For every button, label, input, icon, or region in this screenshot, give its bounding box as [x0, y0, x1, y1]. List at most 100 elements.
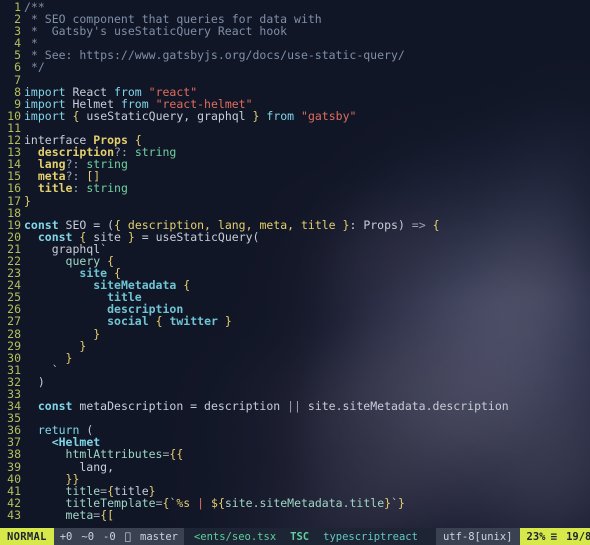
- git-status-segment[interactable]: +0 ~0 -0  master: [53, 528, 184, 545]
- code-line[interactable]: 5 * See: https://www.gatsbyjs.org/docs/u…: [0, 49, 590, 61]
- language-label: typescriptreact: [316, 530, 418, 543]
- code-token: ${: [211, 495, 225, 510]
- git-added-count: +0: [59, 530, 73, 543]
- code-token: }: [224, 314, 232, 329]
- code-token: {[: [100, 507, 115, 522]
- git-modified-count: ~0: [81, 530, 95, 543]
- scroll-percent: 23%: [520, 530, 546, 543]
- status-bar: NORMAL +0 ~0 -0  master <ents/seo.tsx T…: [0, 528, 590, 545]
- code-token: site.siteMetadata.title: [224, 495, 385, 510]
- line-number: 27: [7, 314, 21, 329]
- code-token: string: [134, 145, 177, 160]
- code-token: from: [266, 108, 295, 123]
- code-token: `: [51, 362, 59, 377]
- code-token: import: [24, 108, 66, 123]
- position-segment: 23% ≡ 19/81 ln : 1: [519, 528, 590, 545]
- file-path-label: <ents/seo.tsx: [187, 530, 276, 543]
- encoding-label: utf-8[unix]: [435, 528, 520, 545]
- git-branch-name: master: [133, 530, 178, 543]
- code-token: {: [155, 314, 163, 329]
- editor-window: 1/** 2 * SEO component that queries for d…: [0, 0, 590, 545]
- code-token: {: [183, 278, 191, 293]
- code-line[interactable]: 39 lang,: [0, 459, 590, 474]
- code-line[interactable]: 29 }: [0, 340, 590, 352]
- code-token: = useStaticQuery(: [134, 229, 260, 244]
- code-token: }: [93, 326, 101, 341]
- code-token: string: [86, 181, 128, 196]
- code-token: %s: [176, 495, 191, 510]
- code-token: }: [65, 350, 73, 365]
- code-token: * Gatsby's useStaticQuery React hook: [24, 24, 288, 39]
- line-count: 19/81: [559, 530, 590, 543]
- code-text: * See: https://www.gatsbyjs.org/docs/use…: [24, 49, 405, 61]
- code-token: title: [37, 181, 73, 196]
- code-token: |: [190, 495, 212, 510]
- code-token: * See: https://www.gatsbyjs.org/docs/use…: [24, 48, 405, 63]
- code-buffer[interactable]: 1/** 2 * SEO component that queries for d…: [0, 0, 590, 528]
- code-text: ): [24, 376, 45, 388]
- line-number: 19: [7, 217, 21, 232]
- code-token: site.siteMetadata.description: [300, 399, 509, 414]
- code-line[interactable]: 6 */: [0, 61, 590, 73]
- code-token: `: [391, 495, 398, 510]
- line-number: 43: [7, 507, 21, 522]
- code-token: useStaticQuery, graphql: [79, 108, 253, 123]
- code-line[interactable]: 43 meta={[: [0, 509, 590, 521]
- code-text: * Gatsby's useStaticQuery React hook: [24, 25, 287, 37]
- code-token: }: [398, 495, 405, 510]
- code-token: metaDescription = description: [72, 399, 288, 414]
- code-text: }: [24, 193, 31, 208]
- code-text: import { useStaticQuery, graphql } from …: [24, 110, 356, 122]
- git-branch-icon: : [125, 531, 131, 543]
- line-number: 8: [14, 84, 21, 99]
- code-token: meta: [65, 507, 94, 522]
- line-number: 30: [7, 350, 21, 365]
- code-token: */: [24, 60, 45, 75]
- code-text: title: string: [24, 182, 128, 194]
- code-line[interactable]: 30 }: [0, 352, 590, 364]
- code-token: }: [127, 229, 135, 244]
- code-token: ): [24, 374, 45, 389]
- code-line[interactable]: 28 }: [0, 326, 590, 341]
- code-line[interactable]: 31 `: [0, 364, 590, 376]
- code-token: ||: [287, 399, 301, 414]
- line-number: 17: [7, 193, 21, 208]
- code-line[interactable]: 10 import { useStaticQuery, graphql } fro…: [0, 110, 590, 122]
- tsc-status-label: TSC: [283, 530, 309, 543]
- code-token: const: [37, 399, 73, 414]
- code-token: {: [432, 217, 440, 232]
- line-number: 6: [14, 60, 21, 75]
- line-number: 18: [7, 205, 21, 220]
- code-token: twitter: [169, 314, 218, 329]
- code-text: const metaDescription = description || s…: [24, 400, 509, 412]
- line-number: 39: [7, 459, 21, 474]
- code-token: : Props): [349, 217, 412, 232]
- status-spacer: [424, 528, 436, 545]
- code-token: social: [107, 314, 149, 329]
- line-number: 29: [7, 338, 21, 353]
- line-number: 16: [7, 181, 21, 196]
- code-token: "gatsby": [301, 108, 357, 123]
- code-token: :: [72, 181, 87, 196]
- line-number: 38: [7, 447, 21, 462]
- code-text: */: [24, 61, 45, 73]
- line-number: 28: [7, 326, 21, 341]
- code-token: =: [155, 495, 163, 510]
- line-number: 7: [14, 72, 21, 87]
- code-token: {{: [169, 447, 184, 462]
- code-line[interactable]: 34 const metaDescription = description |…: [0, 400, 590, 412]
- code-line[interactable]: 17}: [0, 193, 590, 208]
- code-line[interactable]: 3 * Gatsby's useStaticQuery React hook: [0, 25, 590, 37]
- code-token: }: [79, 338, 87, 353]
- code-line[interactable]: 32 ): [0, 376, 590, 388]
- vim-mode-indicator: NORMAL: [0, 528, 54, 545]
- code-token: }: [24, 193, 31, 208]
- code-line[interactable]: 16 title: string: [0, 182, 590, 194]
- code-text: meta={[: [24, 507, 115, 522]
